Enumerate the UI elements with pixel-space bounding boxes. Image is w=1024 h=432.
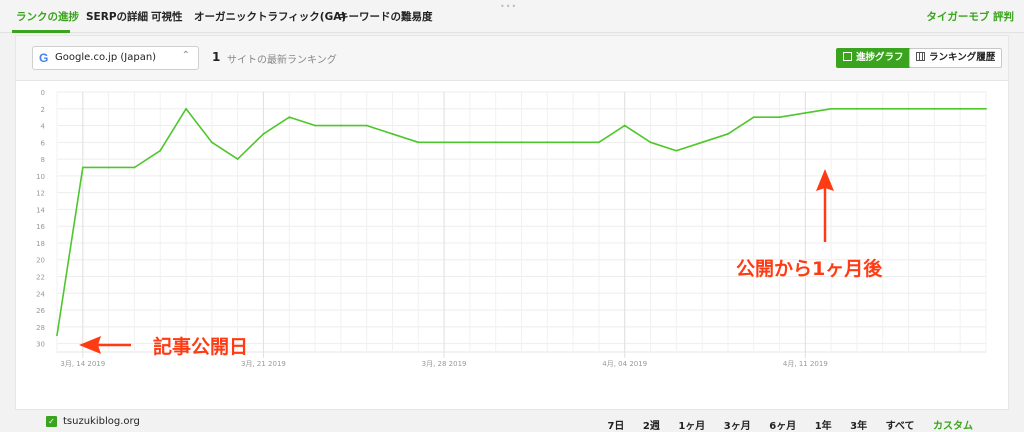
rank-progress-panel: G Google.co.jp (Japan) ⌃ 1 サイトの最新ランキング 進…: [15, 35, 1009, 432]
chart-icon: [843, 52, 852, 61]
series-point: [468, 141, 471, 144]
series-point: [56, 334, 58, 337]
series-point: [314, 124, 316, 127]
series-point: [881, 107, 884, 110]
series-point: [752, 116, 755, 119]
tab-serp-details[interactable]: SERPの詳細: [86, 9, 148, 24]
y-tick-label: 8: [41, 156, 45, 164]
series-point: [907, 107, 910, 110]
series-point: [985, 107, 987, 110]
y-tick-label: 28: [36, 324, 45, 332]
series-point: [520, 141, 523, 144]
progress-graph-label: 進捗グラフ: [856, 52, 904, 63]
progress-graph-button[interactable]: 進捗グラフ: [836, 48, 912, 68]
series-point: [391, 133, 394, 135]
chevron-updown-icon: ⌃: [181, 50, 190, 61]
site-count-label: サイトの最新ランキング: [227, 55, 337, 66]
series-point: [649, 141, 652, 144]
series-point: [727, 133, 729, 135]
series-point: [675, 149, 678, 152]
top-navigation: ••• ランクの進捗 SERPの詳細 可視性 オーガニックトラフィック(GA) …: [0, 0, 1024, 33]
series-point: [598, 141, 600, 144]
series-point: [133, 166, 136, 169]
one-month-later-label: 公開から1ヶ月後: [736, 257, 883, 280]
search-engine-label: Google.co.jp (Japan): [55, 52, 157, 63]
series-point: [494, 141, 497, 144]
legend-label: tsuzukiblog.org: [63, 416, 140, 427]
y-tick-label: 26: [36, 307, 45, 315]
y-tick-label: 16: [36, 223, 45, 231]
tab-visibility[interactable]: 可視性: [151, 9, 183, 24]
active-tab-indicator: [12, 30, 70, 33]
y-tick-label: 12: [36, 190, 45, 198]
site-count: 1: [212, 50, 221, 64]
x-tick-label: 3月, 14 2019: [60, 360, 105, 368]
series-point: [933, 107, 936, 110]
drag-handle[interactable]: •••: [500, 2, 517, 11]
series-point: [623, 124, 626, 127]
table-icon: [916, 52, 925, 61]
review-link[interactable]: タイガーモブ 評判: [926, 9, 1014, 24]
x-tick-label: 3月, 21 2019: [241, 360, 286, 368]
series-point: [365, 124, 368, 127]
series-point: [546, 141, 549, 144]
ranking-history-button[interactable]: ランキング履歴: [909, 48, 1003, 68]
ranking-history-label: ランキング履歴: [929, 52, 996, 63]
series-point: [778, 116, 781, 119]
series-point: [339, 124, 342, 127]
series-point: [236, 158, 239, 160]
y-tick-label: 20: [36, 257, 45, 265]
x-tick-label: 4月, 04 2019: [602, 360, 647, 368]
y-tick-label: 14: [36, 206, 45, 214]
checkbox-icon[interactable]: ✓: [46, 416, 57, 427]
tab-keyword-difficulty[interactable]: キーワードの難易度: [338, 9, 433, 24]
y-tick-label: 0: [41, 89, 45, 97]
y-tick-label: 4: [41, 123, 46, 131]
series-point: [856, 107, 858, 110]
y-tick-label: 22: [36, 274, 45, 282]
y-tick-label: 6: [41, 139, 46, 147]
series-point: [830, 107, 833, 110]
series-point: [288, 116, 291, 119]
y-tick-label: 30: [36, 341, 45, 349]
x-tick-label: 4月, 11 2019: [783, 360, 828, 368]
series-point: [107, 166, 110, 169]
series-point: [185, 107, 187, 110]
panel-toolbar: G Google.co.jp (Japan) ⌃ 1 サイトの最新ランキング 進…: [16, 36, 1008, 81]
publish-arrow-head: [79, 336, 101, 354]
series-point: [701, 141, 704, 144]
series-point: [262, 133, 265, 135]
series-point: [81, 166, 84, 169]
tab-rank-progress[interactable]: ランクの進捗: [16, 9, 79, 24]
publish-date-label: 記事公開日: [153, 335, 248, 358]
series-point: [159, 149, 162, 152]
series-point: [210, 141, 213, 144]
search-engine-select[interactable]: G Google.co.jp (Japan) ⌃: [32, 46, 199, 70]
y-tick-label: 10: [36, 173, 45, 181]
series-point: [572, 141, 575, 144]
google-icon: G: [39, 51, 49, 65]
series-point: [804, 112, 807, 114]
rank-progress-chart: 0246810121416182022242628303月, 14 2019 3月…: [36, 89, 987, 368]
series-point: [443, 141, 445, 144]
y-tick-label: 2: [41, 106, 45, 114]
y-tick-label: 18: [36, 240, 45, 248]
x-tick-label: 3月, 28 2019: [422, 360, 467, 368]
y-tick-label: 24: [36, 290, 45, 298]
tab-organic-traffic[interactable]: オーガニックトラフィック(GA): [194, 9, 346, 24]
series-point: [417, 141, 420, 144]
series-point: [959, 107, 962, 110]
